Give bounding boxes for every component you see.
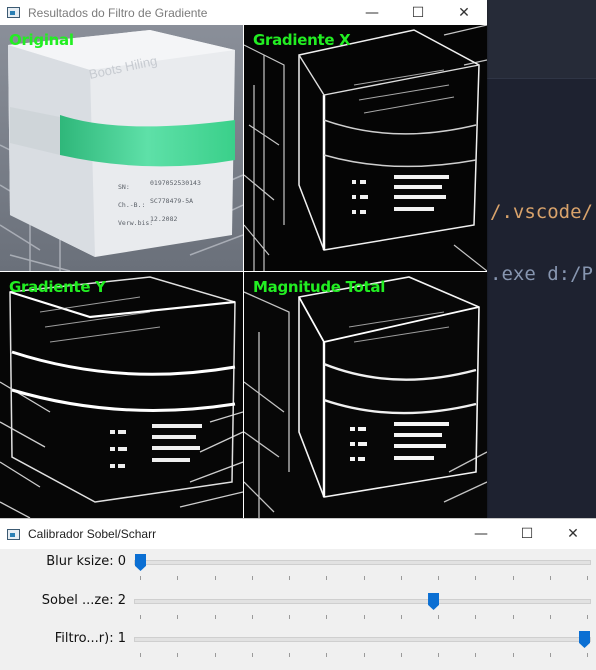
slider-tick [587,576,588,580]
slider-tick [289,615,290,619]
slider-row-blur: Blur ksize: 0 [0,554,596,592]
panel-magnitude: Magnitude Total [244,272,487,518]
app-icon [7,528,20,540]
app-icon [7,7,20,18]
slider-tick [475,653,477,657]
slider-tick [289,653,290,657]
slider-ticks [140,615,588,620]
slider-thumb-blur[interactable] [135,554,146,571]
slider-tick [587,653,588,657]
slider-tick [363,576,365,580]
close-button[interactable]: ✕ [441,0,487,25]
svg-text:12.2082: 12.2082 [150,215,177,223]
slider-tick [177,576,179,580]
slider-label-filter: Filtro...r): 1 [54,631,126,646]
minimize-button[interactable]: — [458,519,504,549]
editor-line-command: .exe d:/P [490,263,593,285]
close-button[interactable]: ✕ [550,519,596,549]
slider-tick [512,576,514,580]
slider-tick [549,576,551,580]
label-magnitude: Magnitude Total [253,278,386,296]
slider-tick [177,653,179,657]
slider-tick [251,653,253,657]
slider-tick [587,615,588,619]
label-gradient-y: Gradiente Y [9,278,106,296]
slider-tick [363,653,365,657]
svg-text:0197052530143: 0197052530143 [150,179,201,187]
slider-tick [400,576,402,580]
window-title: Resultados do Filtro de Gradiente [28,5,208,20]
slider-tick [140,576,141,580]
label-gradient-x: Gradiente X [253,31,351,49]
title-bar[interactable]: Calibrador Sobel/Scharr — ☐ ✕ [0,519,596,549]
slider-tick [140,615,141,619]
svg-text:SC778479-5A: SC778479-5A [150,197,193,205]
slider-tick [475,615,477,619]
slider-tick [363,615,365,619]
slider-tick [400,615,402,619]
slider-tick [400,653,402,657]
slider-tick [438,576,439,580]
slider-tick [289,576,290,580]
slider-tick [214,615,216,619]
gradient-y-image [0,272,243,518]
slider-label-blur: Blur ksize: 0 [46,554,126,569]
window-title: Calibrador Sobel/Scharr [28,527,157,541]
minimize-button[interactable]: — [349,0,395,25]
slider-track-blur[interactable] [134,554,591,571]
slider-label-sobel: Sobel ...ze: 2 [41,593,126,608]
slider-ticks [140,653,588,658]
slider-tick [512,615,514,619]
magnitude-image [244,272,487,518]
slider-tick [251,615,253,619]
slider-tick [512,653,514,657]
svg-text:Verw.bis:: Verw.bis: [118,219,153,227]
panel-gradient-y: Gradiente Y [0,272,243,518]
slider-tick [438,615,439,619]
slider-tick [549,615,551,619]
slider-tick [251,576,253,580]
label-original: Original [9,31,74,49]
slider-row-filter: Filtro...r): 1 [0,631,596,669]
svg-text:SN:: SN: [118,183,130,191]
svg-text:Ch.-B.:: Ch.-B.: [118,201,145,209]
maximize-button[interactable]: ☐ [395,0,441,25]
gradient-results-window: Resultados do Filtro de Gradiente — ☐ ✕ [0,0,487,518]
editor-line-path: /.vscode/ [490,201,593,223]
title-bar[interactable]: Resultados do Filtro de Gradiente — ☐ ✕ [0,0,487,25]
slider-thumb-sobel[interactable] [428,593,440,610]
slider-row-sobel: Sobel ...ze: 2 [0,593,596,631]
slider-tick [475,576,477,580]
slider-tick [177,615,179,619]
slider-tick [214,576,216,580]
slider-tick [549,653,551,657]
maximize-button[interactable]: ☐ [504,519,550,549]
slider-thumb-filter[interactable] [579,631,590,648]
slider-track-sobel[interactable] [134,593,591,610]
slider-ticks [140,576,588,581]
image-grid: Boots Hiling SN: 0197052530143 Ch.-B.: S… [0,25,487,518]
gradient-x-image [244,25,487,271]
slider-tick [214,653,216,657]
editor-tab-bar [487,0,596,79]
panel-original: Boots Hiling SN: 0197052530143 Ch.-B.: S… [0,25,243,271]
slider-tick [140,653,141,657]
slider-tick [438,653,439,657]
calibrator-window: Calibrador Sobel/Scharr — ☐ ✕ Blur ksize… [0,518,596,670]
slider-tick [326,653,328,657]
original-image: Boots Hiling SN: 0197052530143 Ch.-B.: S… [0,25,243,271]
panel-gradient-x: Gradiente X [244,25,487,271]
slider-tick [326,576,328,580]
slider-track-filter[interactable] [134,631,591,648]
slider-tick [326,615,328,619]
